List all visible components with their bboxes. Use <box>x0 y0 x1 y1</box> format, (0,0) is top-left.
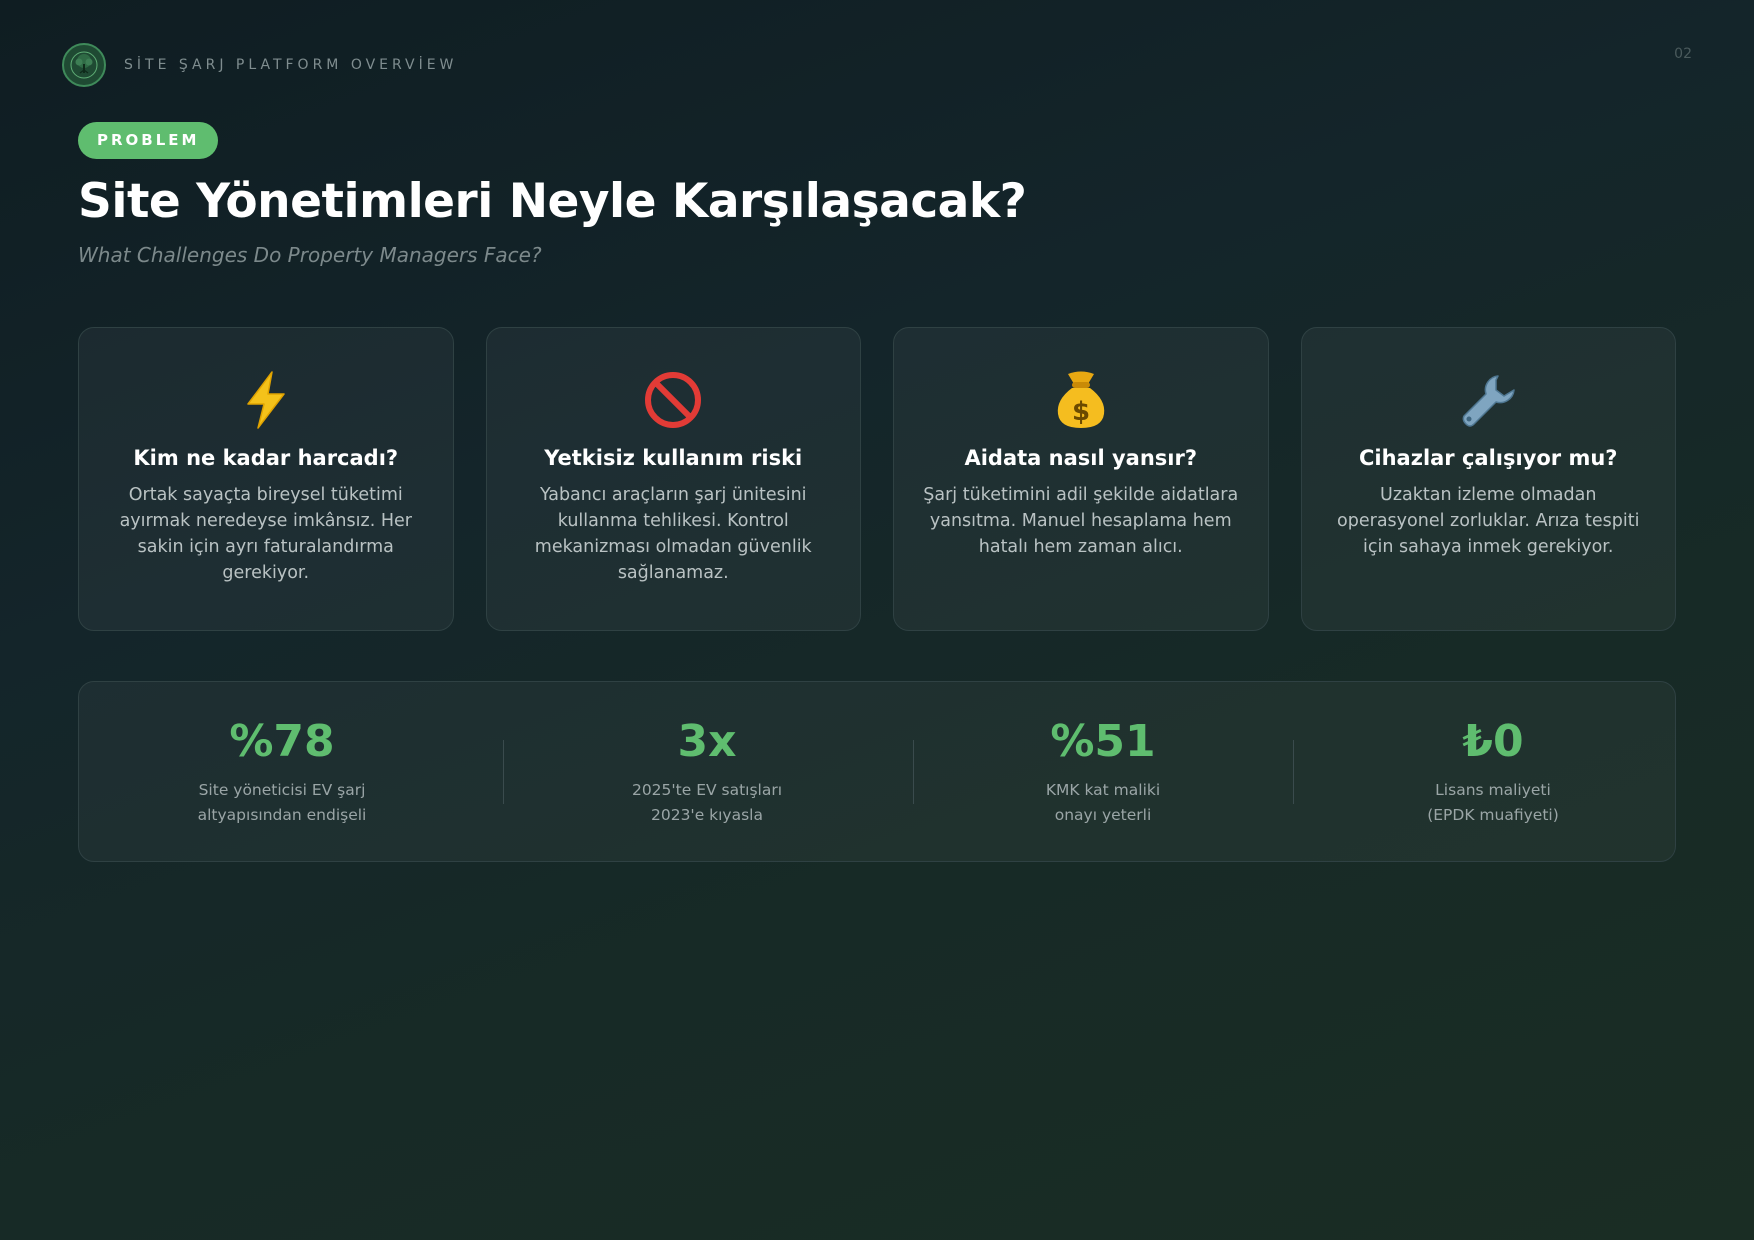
stat-value: ₺0 <box>1462 716 1524 767</box>
challenge-card: Cihazlar çalışıyor mu? Uzaktan izleme ol… <box>1300 327 1676 631</box>
tree-logo-icon <box>62 43 106 87</box>
stat-item: %78 Site yöneticisi EV şarj altyapısında… <box>132 718 432 828</box>
stat-divider <box>503 740 504 804</box>
stat-value: %78 <box>229 716 335 767</box>
stats-panel: %78 Site yöneticisi EV şarj altyapısında… <box>78 681 1676 862</box>
stat-label-line: 2023'e kıyasla <box>650 806 763 824</box>
challenge-card: Yetkisiz kullanım riski Yabancı araçları… <box>485 327 861 631</box>
page-title: Site Yönetimleri Neyle Karşılaşacak? <box>78 174 1027 229</box>
section-badge: PROBLEM <box>78 122 219 159</box>
stat-label-line: altyapısından endişeli <box>197 806 367 824</box>
wrench-icon <box>1330 368 1648 432</box>
card-description: Şarj tüketimini adil şekilde aidatlara y… <box>923 485 1239 557</box>
card-title: Aidata nasıl yansır? <box>964 446 1198 470</box>
challenge-card: $ Aidata nasıl yansır? Şarj tüketimini a… <box>893 327 1269 631</box>
stat-label: KMK kat maliki onayı yeterli <box>953 778 1253 828</box>
svg-text:$: $ <box>1072 397 1090 427</box>
prohibited-icon <box>515 368 833 432</box>
card-title: Cihazlar çalışıyor mu? <box>1358 446 1618 470</box>
stat-label: Lisans maliyeti (EPDK muafiyeti) <box>1343 778 1643 828</box>
card-description: Ortak sayaçta bireysel tüketimi ayırmak … <box>119 485 412 583</box>
stat-label-line: onayı yeterli <box>1054 806 1152 824</box>
stat-item: 3x 2025'te EV satışları 2023'e kıyasla <box>557 718 857 828</box>
challenge-cards: Kim ne kadar harcadı? Ortak sayaçta bire… <box>78 327 1676 631</box>
page-subtitle: What Challenges Do Property Managers Fac… <box>78 243 542 267</box>
stat-label-line: Site yöneticisi EV şarj <box>198 781 366 799</box>
stat-label-line: Lisans maliyeti <box>1435 781 1551 799</box>
stat-divider <box>913 740 914 804</box>
card-title: Kim ne kadar harcadı? <box>133 446 399 470</box>
slide: SİTE ŞARJ PLATFORM OVERVİEW 02 PROBLEM S… <box>0 0 1754 1240</box>
stat-label: Site yöneticisi EV şarj altyapısından en… <box>132 778 432 828</box>
stat-divider <box>1293 740 1294 804</box>
stat-label-line: KMK kat maliki <box>1045 781 1161 799</box>
stat-label-line: (EPDK muafiyeti) <box>1427 806 1559 824</box>
page-number: 02 <box>1674 46 1692 62</box>
stat-value: 3x <box>677 716 737 767</box>
brand-text: SİTE ŞARJ PLATFORM OVERVİEW <box>124 57 458 73</box>
card-title: Yetkisiz kullanım riski <box>544 446 803 470</box>
lightning-icon <box>107 368 425 432</box>
challenge-card: Kim ne kadar harcadı? Ortak sayaçta bire… <box>78 327 454 631</box>
money-bag-icon: $ <box>922 368 1240 432</box>
stat-item: %51 KMK kat maliki onayı yeterli <box>953 718 1253 828</box>
card-description: Uzaktan izleme olmadan operasyonel zorlu… <box>1337 485 1640 557</box>
stat-value: %51 <box>1050 716 1156 767</box>
stat-label: 2025'te EV satışları 2023'e kıyasla <box>557 778 857 828</box>
stat-label-line: 2025'te EV satışları <box>631 781 783 799</box>
stat-item: ₺0 Lisans maliyeti (EPDK muafiyeti) <box>1343 718 1643 828</box>
card-description: Yabancı araçların şarj ünitesini kullanm… <box>534 485 812 583</box>
brand-header: SİTE ŞARJ PLATFORM OVERVİEW <box>62 43 457 87</box>
